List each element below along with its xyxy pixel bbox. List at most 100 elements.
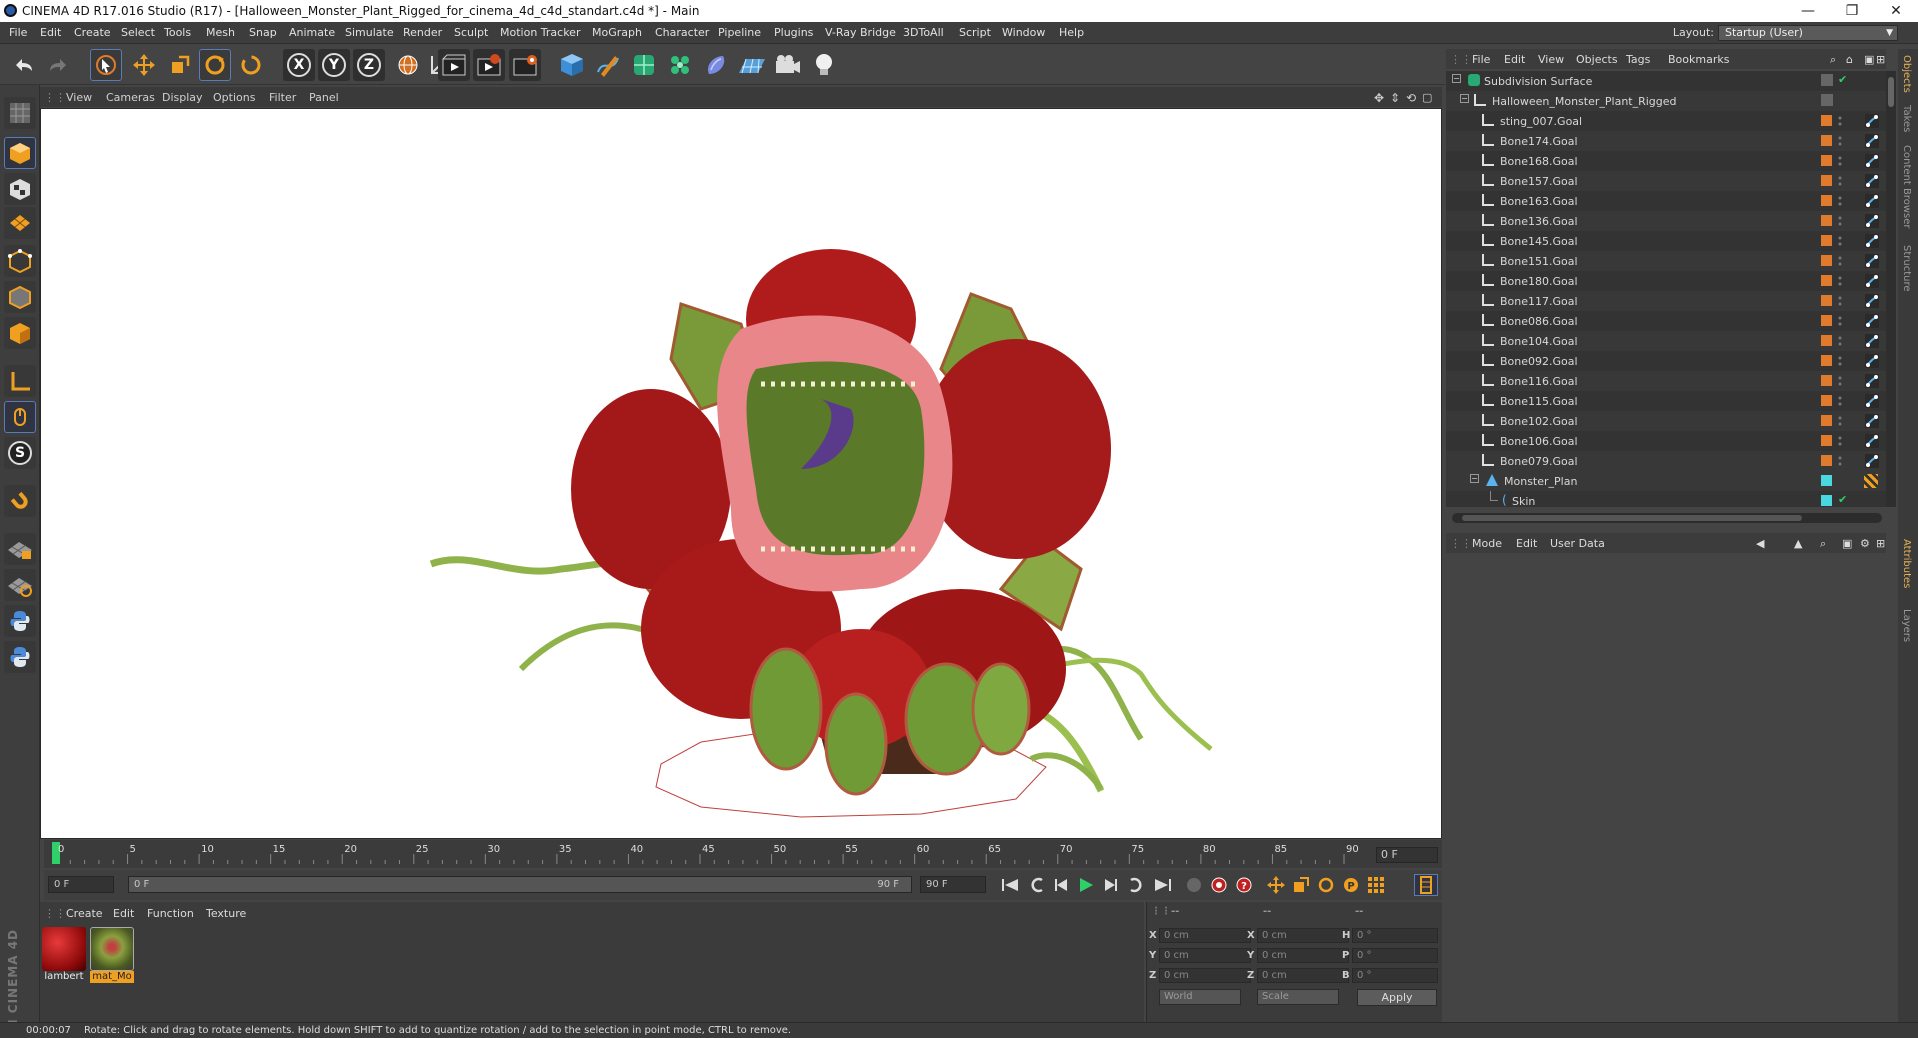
check-icon[interactable]: ✔ — [1838, 73, 1847, 86]
object-row-goal[interactable]: Bone102.Goal — [1446, 411, 1886, 431]
redo-icon[interactable] — [42, 49, 74, 81]
edges-mode-icon[interactable] — [4, 281, 36, 313]
end-frame-field[interactable]: 90 F — [920, 876, 986, 893]
visibility-dots-icon[interactable] — [1838, 135, 1842, 147]
object-row-goal[interactable]: Bone157.Goal — [1446, 171, 1886, 191]
display-color-tag[interactable] — [1821, 155, 1832, 166]
tab-layers[interactable]: Layers — [1901, 609, 1912, 642]
current-frame-field[interactable]: 0 F — [1376, 847, 1438, 863]
pan-view-icon[interactable]: ✥ — [1374, 91, 1384, 105]
axis-mode-icon[interactable] — [4, 365, 36, 397]
ik-tag-icon[interactable] — [1864, 393, 1880, 409]
move-icon[interactable] — [128, 49, 160, 81]
workplane-snap-icon[interactable] — [4, 569, 36, 601]
menu-3dtoall[interactable]: 3DToAll — [903, 26, 944, 39]
pen-icon[interactable] — [592, 49, 624, 81]
tab-structure[interactable]: Structure — [1901, 245, 1912, 292]
cube-icon[interactable] — [556, 49, 588, 81]
deformer-icon[interactable] — [700, 49, 732, 81]
rotation-h-field[interactable]: 0 ° — [1352, 928, 1438, 943]
python-alt-icon[interactable] — [4, 641, 36, 673]
key-scale-icon[interactable] — [1289, 874, 1313, 896]
ik-tag-icon[interactable] — [1864, 273, 1880, 289]
settings-icon[interactable]: ⚙ — [1860, 537, 1870, 550]
display-color-tag[interactable] — [1821, 195, 1832, 206]
object-row-goal[interactable]: sting_007.Goal — [1446, 111, 1886, 131]
object-row-goal[interactable]: Bone106.Goal — [1446, 431, 1886, 451]
object-row-goal[interactable]: Bone079.Goal — [1446, 451, 1886, 471]
coordinate-mode-dropdown[interactable]: World — [1159, 989, 1241, 1005]
object-row-goal[interactable]: Bone115.Goal — [1446, 391, 1886, 411]
visibility-dots-icon[interactable] — [1838, 355, 1842, 367]
object-row-goal[interactable]: Bone151.Goal — [1446, 251, 1886, 271]
magnet-icon[interactable] — [4, 485, 36, 517]
menu-motion-tracker[interactable]: Motion Tracker — [500, 26, 580, 39]
om-menu-tags[interactable]: Tags — [1626, 53, 1650, 66]
display-color-tag[interactable] — [1821, 135, 1832, 146]
apply-button[interactable]: Apply — [1357, 989, 1437, 1006]
start-frame-field[interactable]: 0 F — [48, 876, 114, 893]
display-color-tag[interactable] — [1821, 335, 1832, 346]
object-row-goal[interactable]: Bone117.Goal — [1446, 291, 1886, 311]
polygons-mode-icon[interactable] — [4, 317, 36, 349]
menu-snap[interactable]: Snap — [249, 26, 277, 39]
attr-menu-user-data[interactable]: User Data — [1550, 537, 1605, 550]
world-coords-icon[interactable] — [392, 49, 424, 81]
next-frame-icon[interactable] — [1099, 874, 1123, 896]
key-pla-icon[interactable] — [1364, 874, 1388, 896]
ik-tag-icon[interactable] — [1864, 373, 1880, 389]
ik-tag-icon[interactable] — [1864, 213, 1880, 229]
tab-attributes[interactable]: Attributes — [1901, 539, 1912, 588]
make-editable-icon[interactable] — [4, 97, 36, 129]
points-mode-icon[interactable] — [4, 245, 36, 277]
collapse-toggle[interactable]: − — [1452, 74, 1461, 83]
visibility-dots-icon[interactable] — [1838, 435, 1842, 447]
menu-create[interactable]: Create — [74, 26, 111, 39]
material-menu-edit[interactable]: Edit — [113, 907, 134, 920]
position-y-field[interactable]: 0 cm — [1159, 948, 1251, 963]
display-color-tag[interactable] — [1821, 455, 1832, 466]
tab-objects[interactable]: Objects — [1901, 55, 1912, 93]
om-menu-bookmarks[interactable]: Bookmarks — [1668, 53, 1729, 66]
viewport-menu-options[interactable]: Options — [213, 91, 255, 104]
render-picture-viewer-icon[interactable] — [473, 49, 505, 81]
next-key-icon[interactable] — [1124, 874, 1148, 896]
visibility-dots-icon[interactable] — [1838, 115, 1842, 127]
menu-simulate[interactable]: Simulate — [345, 26, 394, 39]
object-row-subdivision-surface[interactable]: − Subdivision Surface ✔ — [1446, 71, 1886, 91]
viewport-menu-cameras[interactable]: Cameras — [106, 91, 155, 104]
visibility-dots-icon[interactable] — [1838, 415, 1842, 427]
scale-icon[interactable] — [164, 49, 196, 81]
key-parameter-icon[interactable]: P — [1339, 874, 1363, 896]
visibility-dots-icon[interactable] — [1838, 215, 1842, 227]
check-icon[interactable]: ✔ — [1838, 493, 1847, 506]
viewport-menu-filter[interactable]: Filter — [269, 91, 296, 104]
ik-tag-icon[interactable] — [1864, 233, 1880, 249]
display-color-tag[interactable] — [1821, 495, 1832, 506]
floor-icon[interactable] — [736, 49, 768, 81]
object-row-goal[interactable]: Bone116.Goal — [1446, 371, 1886, 391]
size-z-field[interactable]: 0 cm — [1257, 968, 1349, 983]
home-icon[interactable]: ⌂ — [1846, 53, 1853, 66]
undo-icon[interactable] — [8, 49, 40, 81]
ik-tag-icon[interactable] — [1864, 313, 1880, 329]
cloner-icon[interactable] — [664, 49, 696, 81]
display-color-tag[interactable] — [1821, 255, 1832, 266]
menu-sculpt[interactable]: Sculpt — [454, 26, 488, 39]
om-menu-view[interactable]: View — [1538, 53, 1564, 66]
position-z-field[interactable]: 0 cm — [1159, 968, 1251, 983]
select-icon[interactable] — [90, 49, 122, 81]
menu-file[interactable]: File — [9, 26, 27, 39]
lock-icon[interactable]: ▣ — [1842, 537, 1852, 550]
display-color-tag[interactable] — [1821, 175, 1832, 186]
menu-vray-bridge[interactable]: V-Ray Bridge — [825, 26, 896, 39]
texture-tag-icon[interactable] — [1864, 474, 1878, 488]
rotate-recent-icon[interactable] — [235, 49, 267, 81]
visibility-dots-icon[interactable] — [1838, 395, 1842, 407]
minimize-button[interactable]: — — [1786, 1, 1830, 21]
collapse-toggle[interactable]: − — [1470, 474, 1479, 483]
frame-range-slider[interactable]: 0 F 90 F — [128, 876, 912, 893]
ik-tag-icon[interactable] — [1864, 133, 1880, 149]
ik-tag-icon[interactable] — [1864, 433, 1880, 449]
visibility-dots-icon[interactable] — [1838, 275, 1842, 287]
